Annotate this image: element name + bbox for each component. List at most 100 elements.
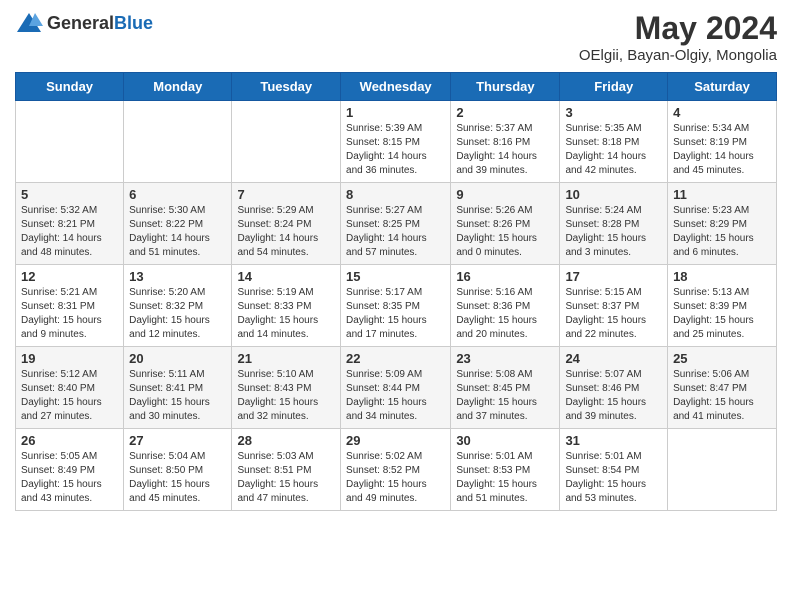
table-row: 26 Sunrise: 5:05 AMSunset: 8:49 PMDayligh… xyxy=(16,429,124,511)
table-row: 23 Sunrise: 5:08 AMSunset: 8:45 PMDayligh… xyxy=(451,347,560,429)
day-info: Sunrise: 5:04 AMSunset: 8:50 PMDaylight:… xyxy=(129,450,226,506)
day-number: 18 xyxy=(673,269,771,284)
day-number: 10 xyxy=(565,187,662,202)
table-row: 30 Sunrise: 5:01 AMSunset: 8:53 PMDayligh… xyxy=(451,429,560,511)
logo: GeneralBlue xyxy=(15,10,153,38)
day-info: Sunrise: 5:07 AMSunset: 8:46 PMDaylight:… xyxy=(565,368,662,424)
table-row xyxy=(16,101,124,183)
page: GeneralBlue May 2024 OElgii, Bayan-Olgiy… xyxy=(0,0,792,526)
day-number: 26 xyxy=(21,433,118,448)
col-thursday: Thursday xyxy=(451,73,560,101)
table-row: 4Sunrise: 5:34 AMSunset: 8:19 PMDaylight… xyxy=(668,101,777,183)
table-row: 29 Sunrise: 5:02 AMSunset: 8:52 PMDayligh… xyxy=(341,429,451,511)
day-number: 22 xyxy=(346,351,445,366)
day-info: Sunrise: 5:13 AMSunset: 8:39 PMDaylight:… xyxy=(673,286,771,342)
day-number: 7 xyxy=(237,187,335,202)
day-info: Sunrise: 5:12 AMSunset: 8:40 PMDaylight:… xyxy=(21,368,118,424)
day-info: Sunrise: 5:29 AMSunset: 8:24 PMDaylight:… xyxy=(237,204,335,260)
table-row: 10Sunrise: 5:24 AMSunset: 8:28 PMDayligh… xyxy=(560,183,668,265)
day-number: 25 xyxy=(673,351,771,366)
table-row: 12Sunrise: 5:21 AMSunset: 8:31 PMDayligh… xyxy=(16,265,124,347)
col-tuesday: Tuesday xyxy=(232,73,341,101)
day-info: Sunrise: 5:19 AMSunset: 8:33 PMDaylight:… xyxy=(237,286,335,342)
calendar-week-row: 5Sunrise: 5:32 AMSunset: 8:21 PMDaylight… xyxy=(16,183,777,265)
calendar-header-row: Sunday Monday Tuesday Wednesday Thursday… xyxy=(16,73,777,101)
day-number: 9 xyxy=(456,187,554,202)
logo-text: GeneralBlue xyxy=(47,14,153,34)
day-info: Sunrise: 5:30 AMSunset: 8:22 PMDaylight:… xyxy=(129,204,226,260)
table-row: 2Sunrise: 5:37 AMSunset: 8:16 PMDaylight… xyxy=(451,101,560,183)
logo-general-text: General xyxy=(47,13,114,33)
day-number: 31 xyxy=(565,433,662,448)
table-row: 8 Sunrise: 5:27 AMSunset: 8:25 PMDaylight… xyxy=(341,183,451,265)
table-row: 22 Sunrise: 5:09 AMSunset: 8:44 PMDayligh… xyxy=(341,347,451,429)
day-number: 16 xyxy=(456,269,554,284)
day-number: 13 xyxy=(129,269,226,284)
day-info: Sunrise: 5:39 AMSunset: 8:15 PMDaylight:… xyxy=(346,122,445,178)
day-number: 1 xyxy=(346,105,445,120)
table-row: 18 Sunrise: 5:13 AMSunset: 8:39 PMDayligh… xyxy=(668,265,777,347)
day-number: 17 xyxy=(565,269,662,284)
table-row: 19 Sunrise: 5:12 AMSunset: 8:40 PMDayligh… xyxy=(16,347,124,429)
day-number: 14 xyxy=(237,269,335,284)
day-info: Sunrise: 5:16 AMSunset: 8:36 PMDaylight:… xyxy=(456,286,554,342)
day-number: 24 xyxy=(565,351,662,366)
table-row: 1 Sunrise: 5:39 AMSunset: 8:15 PMDaylight… xyxy=(341,101,451,183)
table-row: 21Sunrise: 5:10 AMSunset: 8:43 PMDayligh… xyxy=(232,347,341,429)
calendar-week-row: 26 Sunrise: 5:05 AMSunset: 8:49 PMDayligh… xyxy=(16,429,777,511)
col-friday: Friday xyxy=(560,73,668,101)
table-row xyxy=(124,101,232,183)
table-row xyxy=(232,101,341,183)
col-saturday: Saturday xyxy=(668,73,777,101)
day-info: Sunrise: 5:26 AMSunset: 8:26 PMDaylight:… xyxy=(456,204,554,260)
day-info: Sunrise: 5:05 AMSunset: 8:49 PMDaylight:… xyxy=(21,450,118,506)
day-number: 15 xyxy=(346,269,445,284)
day-number: 30 xyxy=(456,433,554,448)
table-row: 3 Sunrise: 5:35 AMSunset: 8:18 PMDaylight… xyxy=(560,101,668,183)
table-row: 17 Sunrise: 5:15 AMSunset: 8:37 PMDayligh… xyxy=(560,265,668,347)
day-number: 21 xyxy=(237,351,335,366)
day-info: Sunrise: 5:06 AMSunset: 8:47 PMDaylight:… xyxy=(673,368,771,424)
day-info: Sunrise: 5:27 AMSunset: 8:25 PMDaylight:… xyxy=(346,204,445,260)
calendar-week-row: 12Sunrise: 5:21 AMSunset: 8:31 PMDayligh… xyxy=(16,265,777,347)
table-row: 20Sunrise: 5:11 AMSunset: 8:41 PMDayligh… xyxy=(124,347,232,429)
day-info: Sunrise: 5:01 AMSunset: 8:53 PMDaylight:… xyxy=(456,450,554,506)
table-row: 6 Sunrise: 5:30 AMSunset: 8:22 PMDaylight… xyxy=(124,183,232,265)
month-title: May 2024 xyxy=(579,10,777,47)
day-info: Sunrise: 5:09 AMSunset: 8:44 PMDaylight:… xyxy=(346,368,445,424)
day-info: Sunrise: 5:15 AMSunset: 8:37 PMDaylight:… xyxy=(565,286,662,342)
table-row: 27 Sunrise: 5:04 AMSunset: 8:50 PMDayligh… xyxy=(124,429,232,511)
day-number: 23 xyxy=(456,351,554,366)
day-number: 29 xyxy=(346,433,445,448)
table-row: 13 Sunrise: 5:20 AMSunset: 8:32 PMDayligh… xyxy=(124,265,232,347)
day-info: Sunrise: 5:21 AMSunset: 8:31 PMDaylight:… xyxy=(21,286,118,342)
day-number: 11 xyxy=(673,187,771,202)
day-info: Sunrise: 5:23 AMSunset: 8:29 PMDaylight:… xyxy=(673,204,771,260)
day-number: 27 xyxy=(129,433,226,448)
col-wednesday: Wednesday xyxy=(341,73,451,101)
day-info: Sunrise: 5:20 AMSunset: 8:32 PMDaylight:… xyxy=(129,286,226,342)
logo-blue-text: Blue xyxy=(114,13,153,33)
day-info: Sunrise: 5:37 AMSunset: 8:16 PMDaylight:… xyxy=(456,122,554,178)
table-row: 16 Sunrise: 5:16 AMSunset: 8:36 PMDayligh… xyxy=(451,265,560,347)
day-number: 8 xyxy=(346,187,445,202)
day-info: Sunrise: 5:02 AMSunset: 8:52 PMDaylight:… xyxy=(346,450,445,506)
col-sunday: Sunday xyxy=(16,73,124,101)
day-info: Sunrise: 5:08 AMSunset: 8:45 PMDaylight:… xyxy=(456,368,554,424)
table-row: 14 Sunrise: 5:19 AMSunset: 8:33 PMDayligh… xyxy=(232,265,341,347)
day-number: 3 xyxy=(565,105,662,120)
table-row: 9 Sunrise: 5:26 AMSunset: 8:26 PMDaylight… xyxy=(451,183,560,265)
table-row xyxy=(668,429,777,511)
day-number: 5 xyxy=(21,187,118,202)
calendar-week-row: 1 Sunrise: 5:39 AMSunset: 8:15 PMDaylight… xyxy=(16,101,777,183)
table-row: 15 Sunrise: 5:17 AMSunset: 8:35 PMDayligh… xyxy=(341,265,451,347)
location-subtitle: OElgii, Bayan-Olgiy, Mongolia xyxy=(579,47,777,64)
table-row: 11 Sunrise: 5:23 AMSunset: 8:29 PMDayligh… xyxy=(668,183,777,265)
day-number: 19 xyxy=(21,351,118,366)
table-row: 28Sunrise: 5:03 AMSunset: 8:51 PMDayligh… xyxy=(232,429,341,511)
calendar-week-row: 19 Sunrise: 5:12 AMSunset: 8:40 PMDayligh… xyxy=(16,347,777,429)
day-info: Sunrise: 5:11 AMSunset: 8:41 PMDaylight:… xyxy=(129,368,226,424)
day-info: Sunrise: 5:35 AMSunset: 8:18 PMDaylight:… xyxy=(565,122,662,178)
day-number: 6 xyxy=(129,187,226,202)
day-info: Sunrise: 5:17 AMSunset: 8:35 PMDaylight:… xyxy=(346,286,445,342)
